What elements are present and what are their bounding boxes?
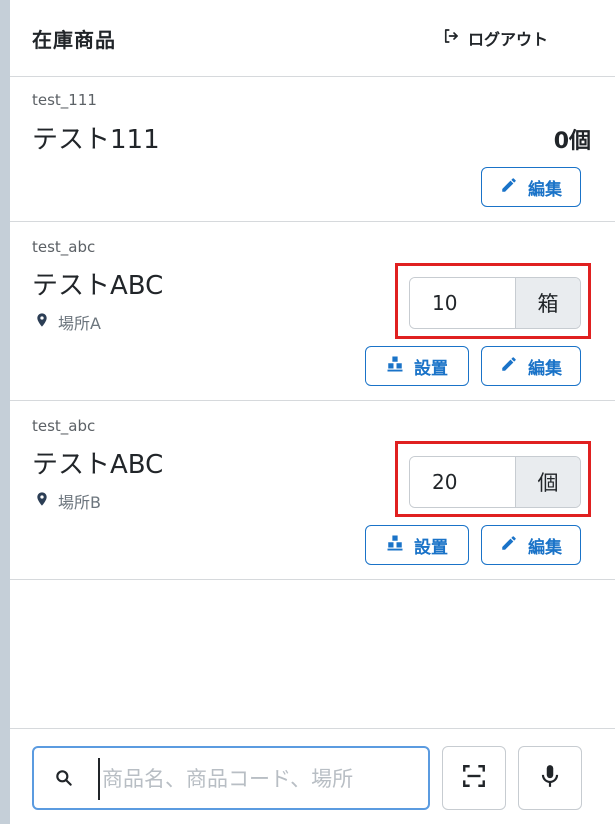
place-label: 設置 [414, 537, 448, 558]
edit-label: 編集 [528, 358, 562, 379]
location-label: 場所A [58, 314, 101, 333]
place-button[interactable]: 設置 [365, 346, 469, 386]
unit-label: 個 [516, 457, 580, 507]
item-quantity: 0個 [553, 129, 591, 154]
search-footer [10, 728, 615, 824]
page-header: 在庫商品 ログアウト [10, 0, 615, 77]
boxes-icon [386, 534, 404, 557]
list-item: test_abc テストABC 場所B 個 設置 編集 [10, 401, 615, 580]
edit-button[interactable]: 編集 [481, 346, 581, 386]
item-name: テスト111 [32, 125, 160, 155]
quantity-input[interactable] [410, 457, 516, 507]
boxes-icon [386, 355, 404, 378]
item-name: テストABC [32, 271, 164, 301]
search-icon [54, 768, 74, 788]
edit-label: 編集 [528, 537, 562, 558]
barcode-scan-icon [461, 763, 487, 793]
edit-label: 編集 [528, 179, 562, 200]
item-code: test_111 [32, 91, 97, 109]
pencil-icon [500, 176, 518, 199]
map-pin-icon [34, 490, 50, 512]
page-title: 在庫商品 [32, 28, 116, 52]
item-name: テストABC [32, 450, 164, 480]
quantity-input-group: 箱 [409, 277, 581, 329]
item-location: 場所A [34, 310, 101, 334]
search-input[interactable] [98, 758, 424, 800]
quantity-input-group: 個 [409, 456, 581, 508]
pencil-icon [500, 534, 518, 557]
list-item: test_abc テストABC 場所A 箱 設置 編集 [10, 222, 615, 401]
voice-input-button[interactable] [518, 746, 582, 810]
quantity-input[interactable] [410, 278, 516, 328]
inventory-app: 在庫商品 ログアウト test_111 テスト111 0個 編集 test_ab… [10, 0, 615, 824]
item-code: test_abc [32, 238, 96, 256]
item-code: test_abc [32, 417, 96, 435]
unit-label: 箱 [516, 278, 580, 328]
map-pin-icon [34, 311, 50, 333]
edit-button[interactable]: 編集 [481, 525, 581, 565]
place-button[interactable]: 設置 [365, 525, 469, 565]
list-item: test_111 テスト111 0個 編集 [10, 77, 615, 222]
place-label: 設置 [414, 358, 448, 379]
item-location: 場所B [34, 489, 101, 513]
logout-label: ログアウト [468, 30, 549, 49]
logout-icon [442, 27, 460, 49]
microphone-icon [537, 763, 563, 793]
location-label: 場所B [58, 493, 101, 512]
search-box [32, 746, 430, 810]
pencil-icon [500, 355, 518, 378]
scan-button[interactable] [442, 746, 506, 810]
edit-button[interactable]: 編集 [481, 167, 581, 207]
logout-button[interactable]: ログアウト [442, 22, 548, 54]
